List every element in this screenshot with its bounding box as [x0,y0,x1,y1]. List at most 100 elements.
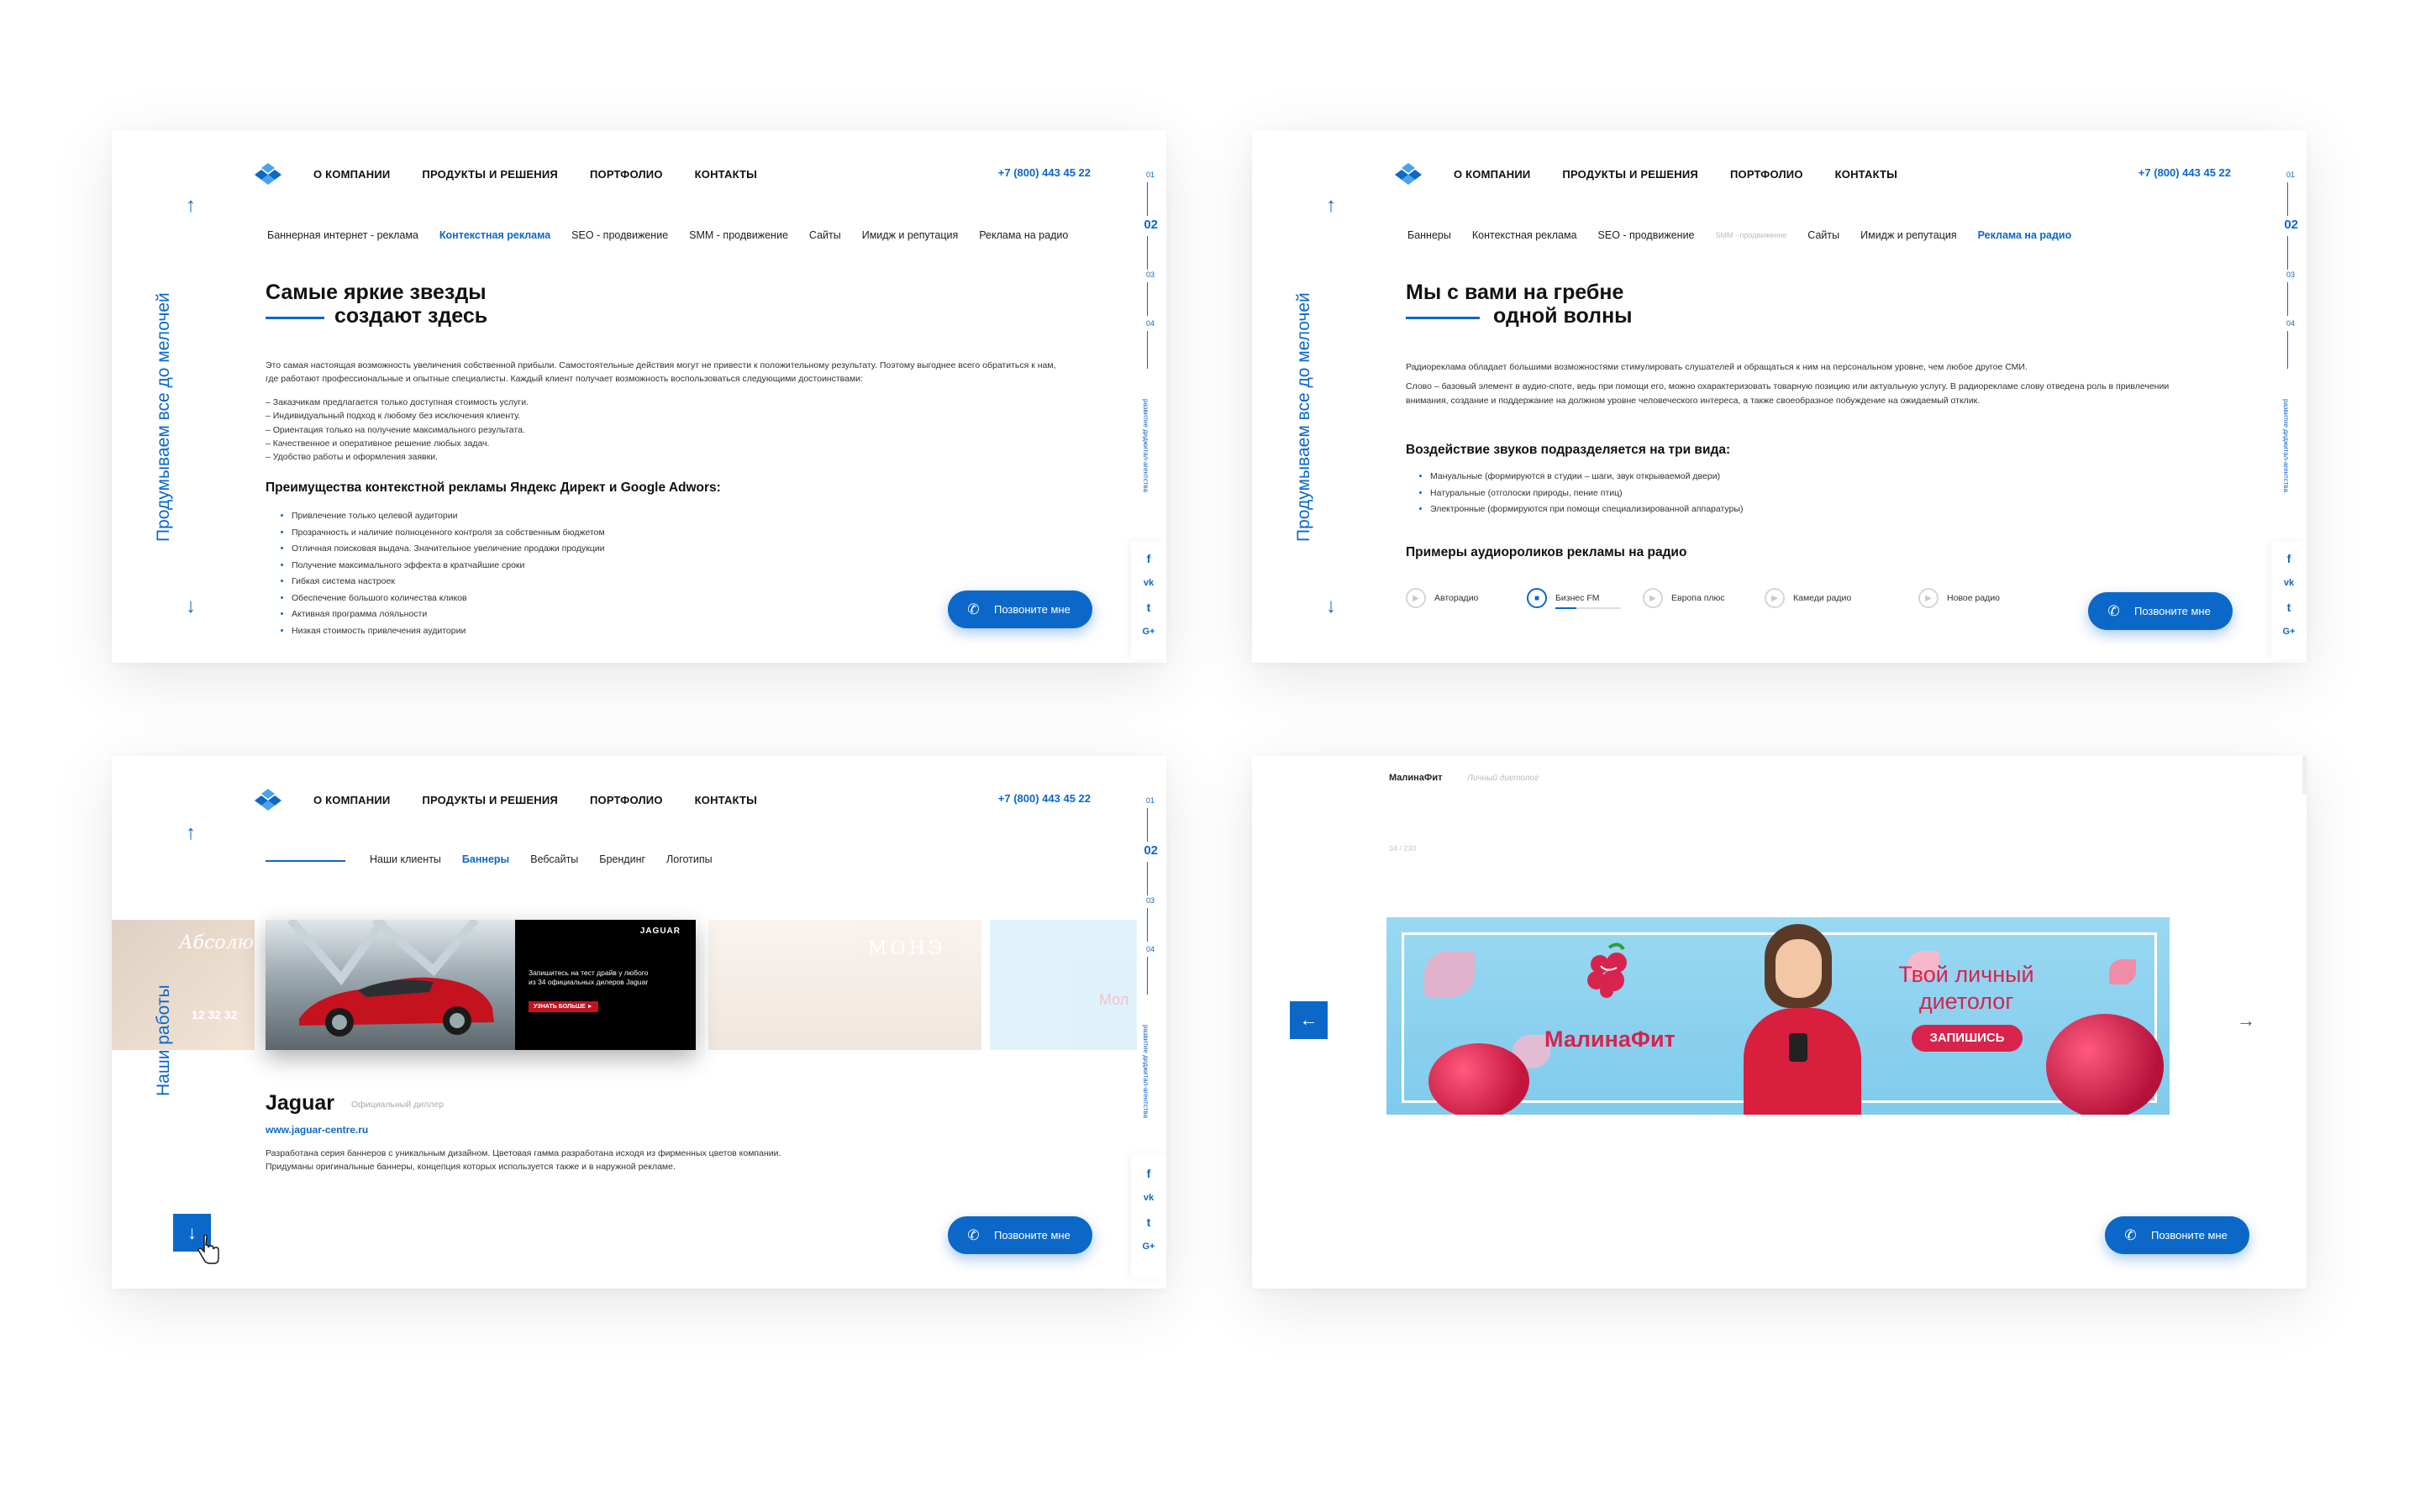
tab-sites[interactable]: Сайты [1807,229,1839,241]
tab-logos[interactable]: Логотипы [666,853,713,865]
logo-icon[interactable] [1393,162,1423,186]
nav-item-about[interactable]: О КОМПАНИИ [313,794,390,806]
tab-branding[interactable]: Брендинг [599,853,645,865]
radio-station[interactable]: ▶ Камеди радио [1765,588,1851,608]
facebook-icon[interactable]: f [1131,547,1166,571]
section-num-2[interactable]: 02 [1144,843,1158,858]
tab-banners[interactable]: Баннеры [1407,229,1451,241]
call-me-button[interactable]: ✆ Позвоните мне [948,1216,1092,1254]
tab-clients[interactable]: Наши клиенты [370,853,441,865]
play-icon[interactable]: ▶ [1765,588,1785,608]
section-num-4[interactable]: 04 [2286,319,2295,328]
section-num-2[interactable]: 02 [2284,218,2298,232]
facebook-icon[interactable]: f [2271,547,2307,571]
section-num-3[interactable]: 03 [1146,896,1155,905]
signup-cta[interactable]: ЗАПИШИСЬ [1912,1025,2023,1052]
section-num-1[interactable]: 01 [2286,171,2295,179]
arrow-up-icon[interactable]: ↑ [186,823,196,843]
stop-icon[interactable]: ■ [1527,588,1547,608]
arrow-up-icon[interactable]: ↑ [1326,196,1336,216]
nav-item-contacts[interactable]: КОНТАКТЫ [695,794,757,806]
nav-item-portfolio[interactable]: ПОРТФОЛИО [1730,168,1803,181]
google-plus-icon[interactable]: G+ [1131,620,1166,644]
nav-item-contacts[interactable]: КОНТАКТЫ [695,168,757,181]
nav-item-about[interactable]: О КОМПАНИИ [1454,168,1530,181]
call-me-button[interactable]: ✆ Позвоните мне [948,591,1092,628]
breadcrumb-project[interactable]: МалинаФит [1389,773,1442,783]
prev-slide-button[interactable]: ← [1290,1001,1328,1039]
radio-station[interactable]: ▶ Авторадио [1406,588,1478,608]
play-icon[interactable]: ▶ [1643,588,1663,608]
malinafit-banner[interactable]: МалинаФит Твой личный диетолог ЗАПИШИСЬ [1386,917,2170,1115]
nav-item-products[interactable]: ПРОДУКТЫ И РЕШЕНИЯ [1562,168,1698,181]
section-num-4[interactable]: 04 [1146,319,1155,328]
arrow-down-icon[interactable]: ↓ [186,596,196,617]
call-me-button[interactable]: ✆ Позвоните мне [2088,592,2233,630]
google-plus-icon[interactable]: G+ [1131,1235,1166,1259]
radio-station[interactable]: ▶ Европа плюс [1643,588,1725,608]
twitter-icon[interactable]: t [1131,1210,1166,1235]
play-icon[interactable]: ▶ [1406,588,1426,608]
tab-smm[interactable]: SMM - продвижение [1716,229,1787,241]
phone-image [1789,1033,1807,1062]
banner-thumb-right[interactable]: МОНЭ [708,920,981,1050]
logo-icon[interactable] [253,162,283,186]
section-num-1[interactable]: 01 [1146,796,1155,805]
side-footer-text: развитие диджитал-агентства [1142,1025,1150,1118]
nav-item-about[interactable]: О КОМПАНИИ [313,168,390,181]
client-url-link[interactable]: www.jaguar-centre.ru [266,1124,368,1136]
section-num-2[interactable]: 02 [1144,218,1158,232]
tab-image[interactable]: Имидж и репутация [862,229,959,241]
vertical-caption: Наши работы [154,984,173,1096]
banner-cta[interactable]: УЗНАТЬ БОЛЬШЕ ► [529,1001,598,1012]
arrow-down-icon[interactable]: ↓ [1326,596,1336,617]
google-plus-icon[interactable]: G+ [2271,620,2307,644]
radio-station-active[interactable]: ■ Бизнес FM [1527,588,1621,609]
vk-icon[interactable]: vk [1131,571,1166,596]
twitter-icon[interactable]: t [2271,596,2307,620]
tab-radio[interactable]: Реклама на радио [1978,229,2072,241]
vk-icon[interactable]: vk [1131,1186,1166,1210]
nav-item-portfolio[interactable]: ПОРТФОЛИО [590,168,663,181]
tab-image[interactable]: Имидж и репутация [1860,229,1957,241]
phone-link[interactable]: +7 (800) 443 45 22 [998,792,1091,805]
tab-banners[interactable]: Баннеры [462,853,509,865]
twitter-icon[interactable]: t [1131,596,1166,620]
tab-seo[interactable]: SEO - продвижение [571,229,668,241]
tab-websites[interactable]: Вебсайты [530,853,578,865]
section-num-3[interactable]: 03 [2286,270,2295,279]
tab-banner-ads[interactable]: Баннерная интернет - реклама [267,229,418,241]
tab-seo[interactable]: SEO - продвижение [1598,229,1695,241]
list-item: – Ориентация только на получение максима… [266,424,525,435]
facebook-icon[interactable]: f [1131,1162,1166,1186]
nav-item-portfolio[interactable]: ПОРТФОЛИО [590,794,663,806]
section-num-4[interactable]: 04 [1146,945,1155,953]
examples-title: Примеры аудиороликов рекламы на радио [1406,545,1687,559]
tab-sites[interactable]: Сайты [809,229,841,241]
tab-radio[interactable]: Реклама на радио [979,229,1068,241]
arrow-up-icon[interactable]: ↑ [186,196,196,216]
scrollbar[interactable] [2302,756,2307,794]
play-icon[interactable]: ▶ [1918,588,1939,608]
banner-thumb-far[interactable]: Мол [990,920,1137,1050]
tab-smm[interactable]: SMM - продвижение [689,229,788,241]
phone-link[interactable]: +7 (800) 443 45 22 [998,166,1091,179]
phone-link[interactable]: +7 (800) 443 45 22 [2139,166,2231,179]
section-num-1[interactable]: 01 [1146,171,1155,179]
audio-progress[interactable] [1555,607,1621,609]
nav-item-contacts[interactable]: КОНТАКТЫ [1835,168,1897,181]
next-slide-button[interactable]: → [2237,1010,2255,1032]
section-num-3[interactable]: 03 [1146,270,1155,279]
list-item: Мануальные (формируются в студии – шаги,… [1430,469,1743,486]
banner-thumb-left[interactable]: Абсолют 12 32 32 [112,920,255,1050]
nav-item-products[interactable]: ПРОДУКТЫ И РЕШЕНИЯ [422,168,558,181]
tab-context-ads[interactable]: Контекстная реклама [439,229,550,241]
radio-station[interactable]: ▶ Новое радио [1918,588,2000,608]
banner-jaguar[interactable]: JAGUAR Запишитесь на тест драйв у любого… [266,920,696,1050]
list-item: – Индивидуальный подход к любому без иск… [266,411,521,422]
tab-context-ads[interactable]: Контекстная реклама [1472,229,1577,241]
vk-icon[interactable]: vk [2271,571,2307,596]
nav-item-products[interactable]: ПРОДУКТЫ И РЕШЕНИЯ [422,794,558,806]
logo-icon[interactable] [253,788,283,811]
call-me-button[interactable]: ✆ Позвоните мне [2105,1216,2249,1254]
